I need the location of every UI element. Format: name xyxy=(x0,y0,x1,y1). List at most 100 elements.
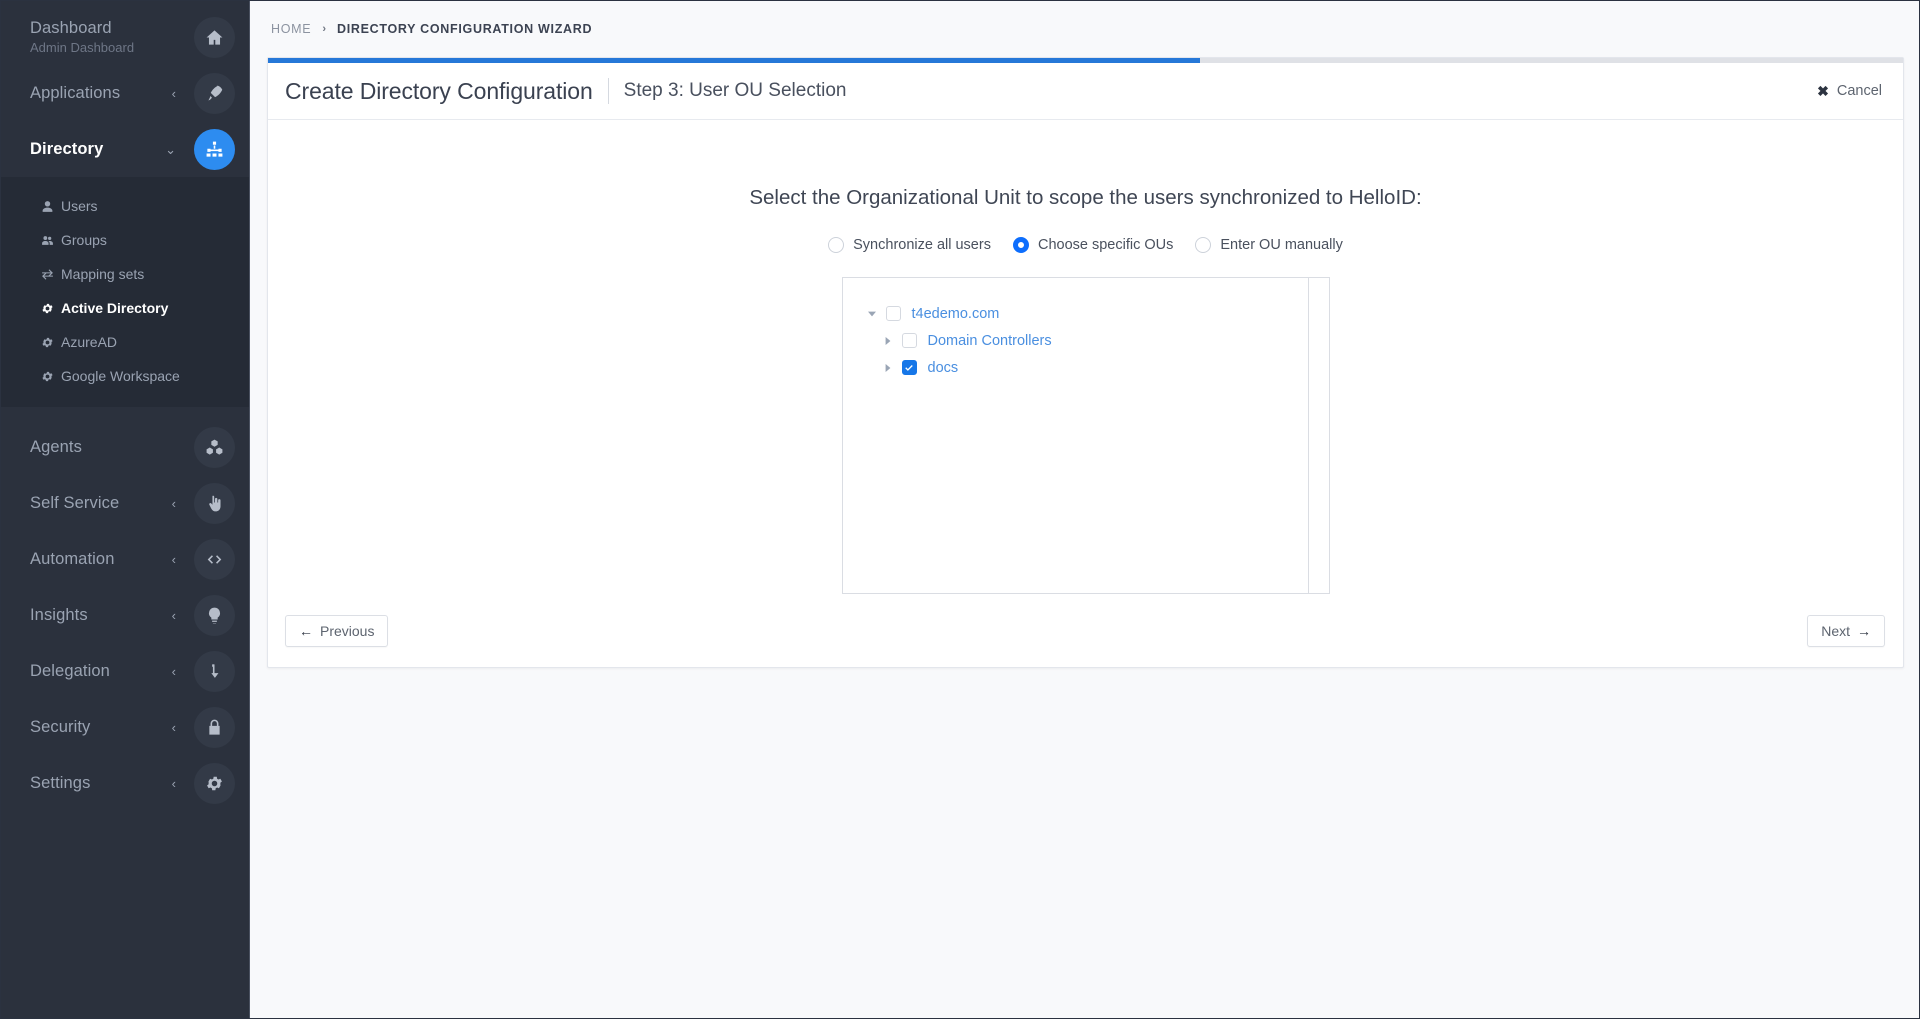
sidebar-bottom-group: Agents Self Service ‹ Automation ‹ Insig… xyxy=(1,407,249,1018)
tree-node-domain-controllers[interactable]: Domain Controllers xyxy=(843,327,1308,354)
chevron-left-icon[interactable]: ‹ xyxy=(172,777,176,790)
home-icon xyxy=(194,16,235,58)
cancel-button-label: Cancel xyxy=(1836,83,1882,99)
chevron-left-icon[interactable]: ‹ xyxy=(172,553,176,566)
sidebar-item-directory-labels: Directory xyxy=(30,140,165,159)
chevron-left-icon[interactable]: ‹ xyxy=(172,609,176,622)
sidebar-item-label: Self Service xyxy=(30,493,120,512)
radio-option-choose-specific-ous[interactable]: Choose specific OUs xyxy=(1012,237,1174,253)
breadcrumb-home-link[interactable]: HOME xyxy=(271,22,311,36)
wizard-step-label: Step 3: User OU Selection xyxy=(623,80,847,101)
previous-button-label: Previous xyxy=(320,622,375,639)
sidebar-item-google-workspace[interactable]: Google Workspace xyxy=(1,359,249,393)
sidebar-item-insights[interactable]: Insights ‹ xyxy=(1,587,249,643)
breadcrumb-current: DIRECTORY CONFIGURATION WIZARD xyxy=(336,22,593,36)
tree-node-checkbox[interactable] xyxy=(885,306,901,321)
sidebar-item-dashboard[interactable]: Dashboard Admin Dashboard xyxy=(1,9,249,65)
previous-button[interactable]: ← Previous xyxy=(285,614,389,647)
next-button-label: Next xyxy=(1821,622,1850,639)
tree-node-root[interactable]: t4edemo.com xyxy=(843,300,1308,327)
sidebar-item-automation[interactable]: Automation ‹ xyxy=(1,531,249,587)
sidebar-item-label: Automation xyxy=(30,549,115,568)
chevron-left-icon[interactable]: ‹ xyxy=(172,721,176,734)
radio-option-enter-ou-manually[interactable]: Enter OU manually xyxy=(1195,237,1343,253)
radio-indicator[interactable] xyxy=(828,237,845,253)
cancel-button[interactable]: ✖ Cancel xyxy=(1817,83,1882,99)
rocket-icon xyxy=(194,72,235,114)
caret-right-icon[interactable] xyxy=(881,363,895,372)
arrow-left-icon: ← xyxy=(299,622,313,639)
sidebar-item-active-directory[interactable]: Active Directory xyxy=(1,291,249,325)
chevron-left-icon[interactable]: ‹ xyxy=(172,497,176,510)
sidebar-item-label: Dashboard xyxy=(30,18,112,37)
app-window: Dashboard Admin Dashboard Applications ‹ xyxy=(0,0,1920,1019)
exchange-icon xyxy=(41,267,61,281)
tree-node-checkbox[interactable] xyxy=(901,333,917,348)
chevron-down-icon[interactable]: ⌄ xyxy=(165,143,176,156)
tree-node-label[interactable]: docs xyxy=(928,360,959,376)
sidebar-item-label: Active Directory xyxy=(61,300,169,316)
sidebar-item-delegation[interactable]: Delegation ‹ xyxy=(1,643,249,699)
chevron-left-icon[interactable]: ‹ xyxy=(172,87,176,100)
tree-node-checkbox[interactable] xyxy=(901,360,917,375)
sidebar-item-groups[interactable]: Groups xyxy=(1,223,249,257)
wizard-card: Create Directory Configuration Step 3: U… xyxy=(267,57,1904,668)
sidebar-item-insights-labels: Insights xyxy=(30,606,172,625)
sidebar-item-security[interactable]: Security ‹ xyxy=(1,699,249,755)
sidebar-item-label: Users xyxy=(61,198,98,214)
sidebar-item-label: Google Workspace xyxy=(61,368,180,384)
main-content: HOME › DIRECTORY CONFIGURATION WIZARD Cr… xyxy=(250,1,1919,1018)
sidebar-item-dashboard-labels: Dashboard Admin Dashboard xyxy=(30,19,194,56)
sidebar-item-users[interactable]: Users xyxy=(1,189,249,223)
sidebar-item-delegation-labels: Delegation xyxy=(30,662,172,681)
sidebar-item-agents-labels: Agents xyxy=(30,438,194,457)
tree-node-label[interactable]: t4edemo.com xyxy=(912,306,1000,322)
sidebar-item-agents[interactable]: Agents xyxy=(1,419,249,475)
wizard-footer: ← Previous Next → xyxy=(268,594,1903,667)
sidebar-item-mapping-sets[interactable]: Mapping sets xyxy=(1,257,249,291)
sidebar-item-directory[interactable]: Directory ⌄ xyxy=(1,121,249,177)
sidebar-item-security-labels: Security xyxy=(30,718,172,737)
sidebar-item-label: Agents xyxy=(30,437,82,456)
sidebar-item-label: Security xyxy=(30,717,91,736)
ou-tree-panel: t4edemo.com Domain Controllers docs xyxy=(841,277,1330,594)
caret-down-icon[interactable] xyxy=(865,310,879,318)
gear-icon xyxy=(194,762,235,804)
cubes-icon xyxy=(194,426,235,468)
gear-icon xyxy=(41,301,61,315)
sidebar-item-label: Settings xyxy=(30,773,91,792)
breadcrumb: HOME › DIRECTORY CONFIGURATION WIZARD xyxy=(250,1,1919,57)
sidebar-item-settings[interactable]: Settings ‹ xyxy=(1,755,249,811)
arrow-right-icon: → xyxy=(1857,622,1871,639)
sidebar-item-label: AzureAD xyxy=(61,334,118,350)
wizard-header: Create Directory Configuration Step 3: U… xyxy=(268,63,1903,120)
radio-option-label: Choose specific OUs xyxy=(1037,237,1174,253)
sidebar: Dashboard Admin Dashboard Applications ‹ xyxy=(1,1,250,1018)
radio-option-label: Enter OU manually xyxy=(1220,237,1343,253)
users-icon xyxy=(41,233,61,247)
wizard-body: Select the Organizational Unit to scope … xyxy=(268,120,1903,594)
ou-selection-prompt: Select the Organizational Unit to scope … xyxy=(749,186,1422,209)
sitemap-icon xyxy=(194,128,235,170)
chevron-left-icon[interactable]: ‹ xyxy=(172,665,176,678)
radio-option-synchronize-all-users[interactable]: Synchronize all users xyxy=(828,237,991,253)
tree-node-label[interactable]: Domain Controllers xyxy=(928,333,1052,349)
sidebar-item-self-service[interactable]: Self Service ‹ xyxy=(1,475,249,531)
sidebar-item-applications-labels: Applications xyxy=(30,84,172,103)
tree-node-docs[interactable]: docs xyxy=(843,354,1308,381)
ou-scope-radio-group: Synchronize all users Choose specific OU… xyxy=(828,237,1343,253)
radio-indicator[interactable] xyxy=(1195,237,1212,253)
close-icon: ✖ xyxy=(1817,83,1829,99)
ou-tree: t4edemo.com Domain Controllers docs xyxy=(843,278,1309,593)
sidebar-item-label: Mapping sets xyxy=(61,266,145,282)
hand-pointer-icon xyxy=(194,482,235,524)
caret-right-icon[interactable] xyxy=(881,336,895,345)
sidebar-item-azuread[interactable]: AzureAD xyxy=(1,325,249,359)
sidebar-item-applications[interactable]: Applications ‹ xyxy=(1,65,249,121)
radio-indicator[interactable] xyxy=(1012,237,1029,253)
code-icon xyxy=(194,538,235,580)
tree-scrollbar-track[interactable] xyxy=(1308,278,1329,593)
sidebar-item-label: Insights xyxy=(30,605,88,624)
next-button[interactable]: Next → xyxy=(1807,614,1885,647)
sidebar-item-settings-labels: Settings xyxy=(30,774,172,793)
